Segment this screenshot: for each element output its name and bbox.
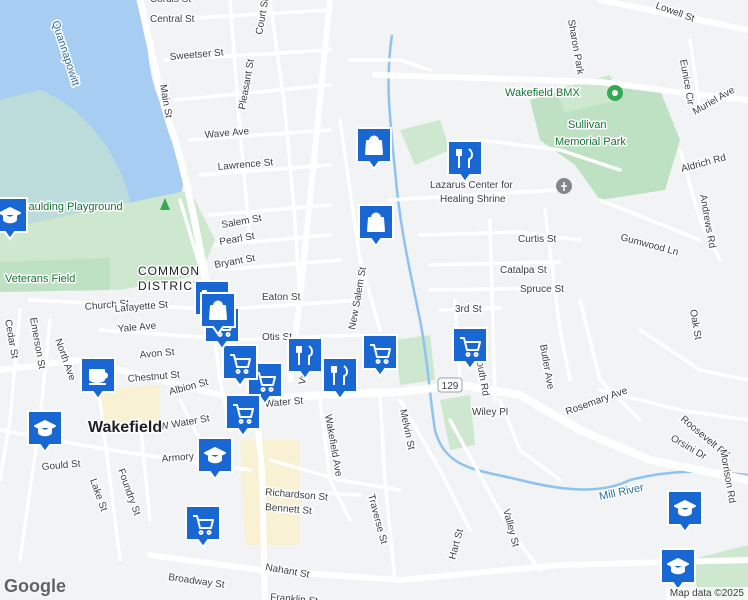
marker-restaurant[interactable] bbox=[322, 357, 358, 401]
marker-shopping-cart[interactable] bbox=[452, 327, 488, 371]
bmx-label: Wakefield BMX bbox=[505, 87, 580, 99]
street-label: Catalpa St bbox=[500, 265, 547, 276]
marker-school[interactable] bbox=[197, 437, 233, 481]
street-label: Spruce St bbox=[520, 284, 564, 295]
route-129-shield: 129 bbox=[437, 377, 463, 394]
marker-pin bbox=[362, 334, 398, 378]
marker-shopping-cart[interactable] bbox=[362, 334, 398, 378]
street-label: Curtis St bbox=[518, 234, 557, 245]
marker-pin bbox=[447, 140, 483, 184]
google-logo: Google bbox=[4, 576, 66, 596]
marker-cafe[interactable] bbox=[80, 357, 116, 401]
map-attribution[interactable]: Map data ©2025 bbox=[665, 587, 748, 600]
town-label: Wakefield bbox=[88, 419, 162, 436]
street-label: Eaton St bbox=[262, 292, 301, 303]
map-canvas[interactable]: 129 Cordis StCentral StCourt StSweetser … bbox=[0, 0, 748, 600]
district-label: COMMON bbox=[138, 264, 200, 278]
marker-shopping-bag[interactable] bbox=[200, 292, 236, 336]
street-label: Cordis St bbox=[150, 0, 191, 5]
marker-pin bbox=[185, 505, 221, 549]
marker-school[interactable] bbox=[660, 548, 696, 592]
svg-text:129: 129 bbox=[442, 381, 459, 392]
marker-shopping-cart[interactable] bbox=[185, 505, 221, 549]
lazarus-label: Lazarus Center for bbox=[430, 180, 513, 191]
spaulding-label: Spaulding Playground bbox=[15, 201, 123, 213]
marker-shopping-bag[interactable] bbox=[356, 127, 392, 171]
marker-school[interactable] bbox=[27, 410, 63, 454]
marker-pin bbox=[287, 337, 323, 381]
marker-shopping-cart[interactable] bbox=[222, 344, 258, 388]
marker-pin bbox=[452, 327, 488, 371]
marker-school[interactable] bbox=[0, 197, 28, 241]
sullivan-park-label-2: Memorial Park bbox=[555, 136, 626, 148]
marker-pin bbox=[322, 357, 358, 401]
district-label-2: DISTRICT bbox=[138, 279, 201, 293]
marker-shopping-bag[interactable] bbox=[358, 204, 394, 248]
sullivan-park-label: Sullivan bbox=[568, 119, 607, 131]
marker-school[interactable] bbox=[667, 490, 703, 534]
marker-shopping-cart[interactable] bbox=[225, 394, 261, 438]
street-label: Central St bbox=[150, 14, 195, 25]
marker-restaurant[interactable] bbox=[287, 337, 323, 381]
marker-pin bbox=[225, 394, 261, 438]
veterans-field-label: Veterans Field bbox=[5, 273, 75, 285]
marker-restaurant[interactable] bbox=[447, 140, 483, 184]
lazarus-label-2: Healing Shrine bbox=[440, 194, 506, 205]
marker-pin bbox=[222, 344, 258, 388]
street-label: 3rd St bbox=[455, 304, 482, 315]
street-label: Wiley Pl bbox=[472, 407, 508, 418]
